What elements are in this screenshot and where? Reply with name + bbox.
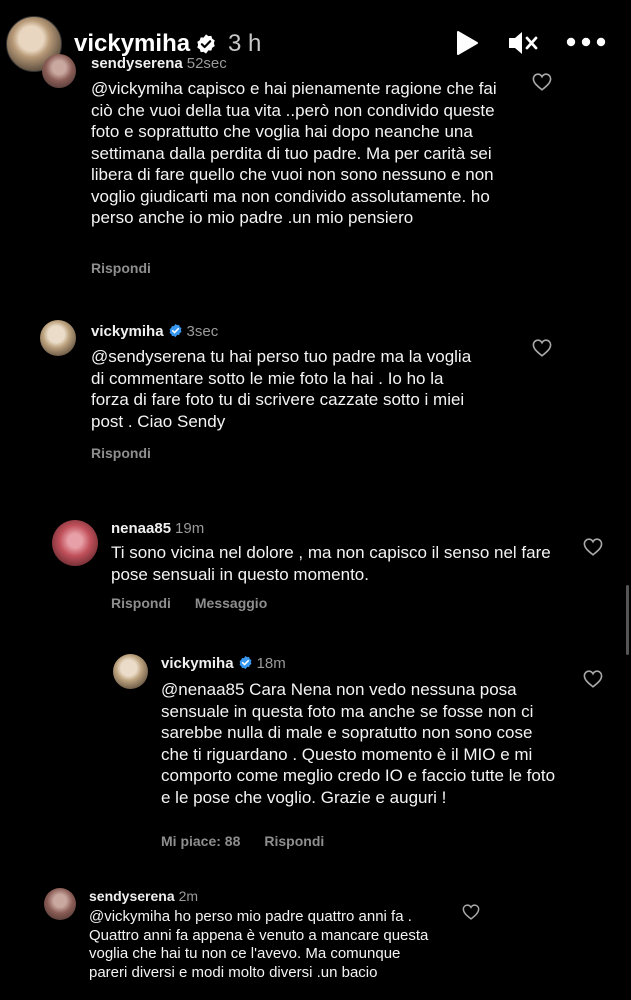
verified-icon [169,323,181,338]
comment-timestamp: 3sec [186,323,219,340]
reply-button[interactable]: Rispondi [264,833,324,849]
header-timestamp: 3 h [228,30,262,57]
heart-icon[interactable] [532,73,552,91]
mute-icon[interactable] [507,30,539,56]
comment-username[interactable]: sendyserena 2m [89,888,198,904]
message-button[interactable]: Messaggio [195,595,267,611]
verified-icon [239,655,251,670]
comment-text: @vickymiha ho perso mio padre quattro an… [89,908,429,981]
comment-username[interactable]: sendyserena 52sec [91,55,227,72]
heart-icon[interactable] [532,339,552,357]
scrollbar[interactable] [626,585,629,655]
avatar[interactable] [113,654,148,689]
comment-username[interactable]: vickymiha 3sec [91,323,218,340]
play-icon[interactable] [455,30,479,56]
comment-timestamp: 2m [178,888,199,904]
verified-icon [197,34,215,54]
comment-username[interactable]: nenaa85 19m [111,520,204,537]
comment-text: @vickymiha capisco e hai pienamente ragi… [91,79,497,227]
more-icon[interactable] [566,36,606,48]
reply-button[interactable]: Rispondi [91,445,151,461]
avatar[interactable] [40,320,76,356]
avatar[interactable] [42,54,76,88]
reply-button[interactable]: Rispondi [91,260,151,276]
avatar[interactable] [52,520,98,566]
likes-count[interactable]: Mi piace: 88 [161,833,240,849]
comment-text: @nenaa85 Cara Nena non vedo nessuna posa… [161,680,556,807]
heart-icon[interactable] [583,538,603,556]
comment-text: Ti sono vicina nel dolore , ma non capis… [111,543,551,584]
comment-timestamp: 52sec [186,55,227,72]
comment-username[interactable]: vickymiha 18m [161,655,286,672]
comment-text: @sendyserena tu hai perso tuo padre ma l… [91,347,472,431]
comment-timestamp: 19m [175,520,205,537]
avatar[interactable] [44,888,76,920]
reply-button[interactable]: Rispondi [111,595,171,611]
heart-icon[interactable] [462,904,480,920]
comment-timestamp: 18m [256,655,286,672]
heart-icon[interactable] [583,670,603,688]
header-username[interactable]: vickymiha [74,30,190,58]
